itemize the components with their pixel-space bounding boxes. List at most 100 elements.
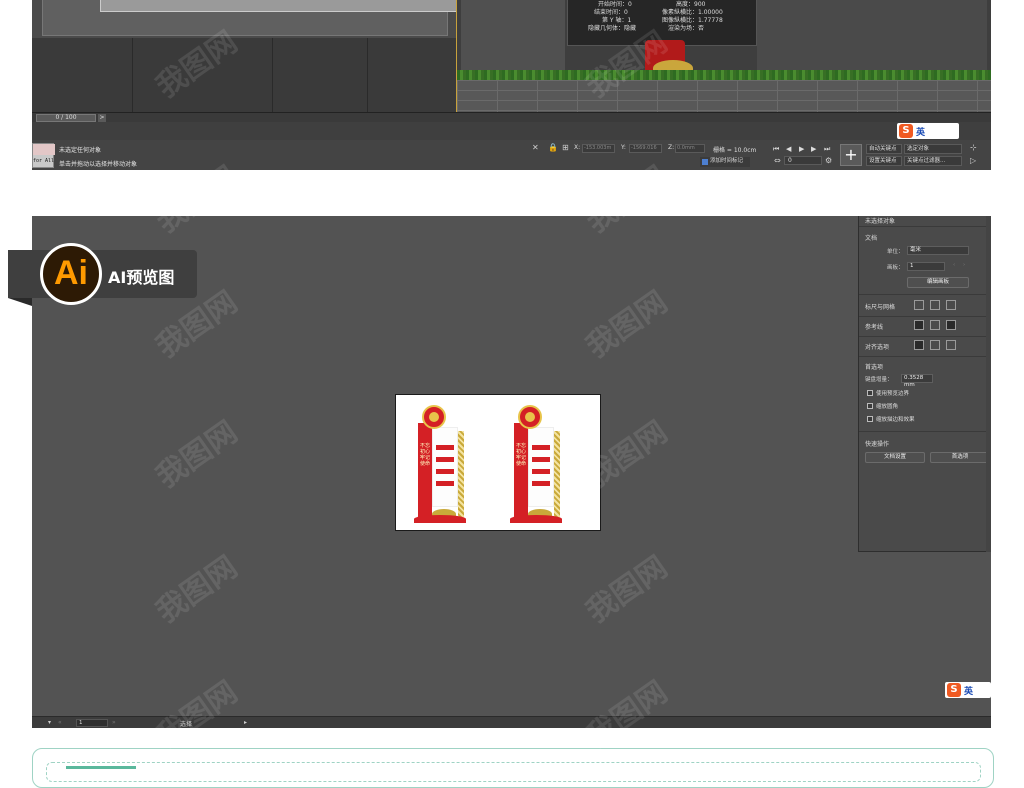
time-config-icon[interactable]: ⚙ bbox=[825, 156, 832, 165]
sign-row bbox=[532, 469, 550, 474]
sign-gold-pole bbox=[554, 431, 560, 521]
ai-statusbar: ▾ « 1 » 选择 ▸ bbox=[32, 716, 991, 728]
play-icon[interactable]: ▶ bbox=[799, 145, 804, 153]
absolute-mode-icon[interactable]: ⊞ bbox=[562, 143, 569, 152]
goto-end-icon[interactable]: ⏭ bbox=[824, 145, 830, 154]
ruler-icon[interactable] bbox=[914, 300, 924, 310]
scale-strokes-checkbox[interactable] bbox=[867, 416, 873, 422]
stat-image-ratio: 图像纵横比：1.77778 bbox=[662, 17, 723, 24]
key-filter-button[interactable]: 关键点过滤器... bbox=[904, 156, 962, 166]
current-frame-field[interactable]: 0 bbox=[784, 156, 822, 165]
isolate-icon[interactable]: ✕ bbox=[532, 143, 539, 152]
keyboard-increment-field[interactable]: 0.3528 mm bbox=[901, 374, 933, 388]
ime-toolbar[interactable]: S 英 bbox=[897, 123, 959, 139]
add-time-tag-label: 添加时间标记 bbox=[710, 158, 744, 164]
sign-row bbox=[436, 445, 454, 450]
auto-key-button[interactable]: 自动关键点 bbox=[866, 144, 902, 154]
coord-z-label: Z: bbox=[668, 144, 675, 151]
coord-y-label: Y: bbox=[621, 144, 626, 151]
sogou-icon: S bbox=[899, 124, 913, 138]
sign-row bbox=[532, 445, 550, 450]
maxscript-output bbox=[33, 144, 55, 155]
coord-y-field[interactable]: -1569.016 bbox=[629, 144, 662, 153]
sign-base bbox=[414, 515, 466, 523]
key-mode-icon[interactable]: ⇔ bbox=[774, 156, 781, 165]
snap-icon[interactable]: ⊹ bbox=[970, 143, 977, 152]
sign-red-strip bbox=[418, 423, 432, 521]
artboard-select[interactable]: 1 bbox=[907, 262, 945, 271]
illustrator-logo-icon: Ai bbox=[40, 243, 102, 305]
divider bbox=[859, 356, 991, 357]
sign-row bbox=[436, 457, 454, 462]
grid-icon[interactable] bbox=[930, 300, 940, 310]
ime-language: 英 bbox=[964, 687, 974, 697]
guides-lock-icon[interactable] bbox=[930, 320, 940, 330]
guides-show-icon[interactable] bbox=[914, 320, 924, 330]
selected-object-dropdown[interactable]: 选定对象 bbox=[904, 144, 962, 154]
first-artboard-icon[interactable]: « bbox=[58, 719, 62, 726]
ai-logo-text: Ai bbox=[54, 254, 88, 292]
scene-pillar bbox=[757, 0, 987, 70]
edit-artboard-button[interactable]: 编辑画板 bbox=[907, 277, 969, 288]
badge-fold bbox=[8, 298, 32, 306]
transparency-grid-icon[interactable] bbox=[946, 300, 956, 310]
stat-start-time: 开始时间：0 bbox=[598, 1, 632, 8]
artboard-next-icon[interactable]: › bbox=[963, 262, 965, 268]
stat-end-time: 结束时间：0 bbox=[594, 9, 628, 16]
coord-x-label: X: bbox=[574, 144, 581, 151]
coord-x-field[interactable]: -153.003m bbox=[582, 144, 615, 153]
preferences-title: 首选项 bbox=[865, 364, 884, 371]
time-slider[interactable]: 0 / 100 bbox=[36, 114, 96, 122]
artboard[interactable]: 不忘初心 牢记使命 不忘初心 牢记使命 bbox=[395, 394, 601, 531]
preview-bounds-checkbox[interactable] bbox=[867, 390, 873, 396]
set-key-plus-icon[interactable]: + bbox=[840, 144, 862, 166]
snap-pixel-icon[interactable] bbox=[930, 340, 940, 350]
max-viewport[interactable]: 开始时间：0 结束时间：0 第 Y 轴：1 隐藏几何体：隐藏 高度：900 像素… bbox=[32, 0, 991, 112]
snap-options-title: 对齐选项 bbox=[865, 344, 890, 351]
artboard-number-field[interactable]: 1 bbox=[76, 719, 108, 727]
prev-frame-icon[interactable]: ◀ bbox=[786, 145, 791, 153]
scale-corners-checkbox[interactable] bbox=[867, 403, 873, 409]
stat-height: 高度：900 bbox=[676, 1, 706, 8]
snap-point-icon[interactable] bbox=[914, 340, 924, 350]
smart-guides-icon[interactable] bbox=[946, 320, 956, 330]
time-next-button[interactable]: > bbox=[98, 114, 106, 122]
sign-gold-pole bbox=[458, 431, 464, 521]
sign-artwork-left: 不忘初心 牢记使命 bbox=[410, 405, 470, 523]
units-label: 单位： bbox=[887, 249, 904, 255]
zoom-dropdown-icon[interactable]: ▾ bbox=[48, 719, 51, 726]
add-time-tag-button[interactable]: 添加时间标记 bbox=[700, 157, 750, 167]
right-viewport[interactable]: 开始时间：0 结束时间：0 第 Y 轴：1 隐藏几何体：隐藏 高度：900 像素… bbox=[456, 0, 991, 112]
preferences-button[interactable]: 首选项 bbox=[930, 452, 990, 463]
status-arrow-icon[interactable]: ▸ bbox=[244, 719, 247, 726]
maxscript-listener[interactable]: for All bbox=[32, 143, 55, 168]
max-window: 开始时间：0 结束时间：0 第 Y 轴：1 隐藏几何体：隐藏 高度：900 像素… bbox=[32, 0, 991, 170]
stat-axis: 第 Y 轴：1 bbox=[602, 17, 632, 24]
document-setup-button[interactable]: 文档设置 bbox=[865, 452, 925, 463]
coord-z-field[interactable]: 0.0mm bbox=[675, 144, 705, 153]
status-prompt: 单击并拖动以选择并移动对象 bbox=[59, 161, 138, 168]
panel-scrollbar[interactable] bbox=[986, 216, 991, 552]
quick-actions-title: 快速操作 bbox=[865, 441, 890, 448]
emblem-center bbox=[429, 412, 439, 422]
time-bar: 0 / 100 > bbox=[32, 112, 991, 122]
snap-glyph-icon[interactable] bbox=[946, 340, 956, 350]
artboard-prev-icon[interactable]: ‹ bbox=[953, 262, 955, 268]
wall-column bbox=[272, 38, 273, 112]
orbit-icon[interactable]: ▷ bbox=[970, 156, 976, 165]
last-artboard-icon[interactable]: » bbox=[112, 719, 116, 726]
sign-red-strip bbox=[514, 423, 528, 521]
units-select[interactable]: 毫米 bbox=[907, 246, 969, 255]
guides-title: 参考线 bbox=[865, 324, 884, 331]
artboard-label: 画板： bbox=[887, 265, 904, 271]
no-selection-label: 未选择对象 bbox=[865, 218, 896, 225]
track-bar[interactable] bbox=[32, 122, 991, 140]
left-viewport[interactable] bbox=[32, 0, 530, 112]
set-key-button[interactable]: 设置关键点 bbox=[866, 156, 902, 166]
ime-toolbar[interactable]: S 英 bbox=[945, 682, 991, 698]
sign-base bbox=[510, 515, 562, 523]
next-frame-icon[interactable]: ▶ bbox=[811, 145, 816, 153]
goto-start-icon[interactable]: ⏮ bbox=[773, 145, 779, 154]
ime-language: 英 bbox=[916, 128, 926, 138]
lock-icon[interactable]: 🔒 bbox=[548, 143, 558, 152]
